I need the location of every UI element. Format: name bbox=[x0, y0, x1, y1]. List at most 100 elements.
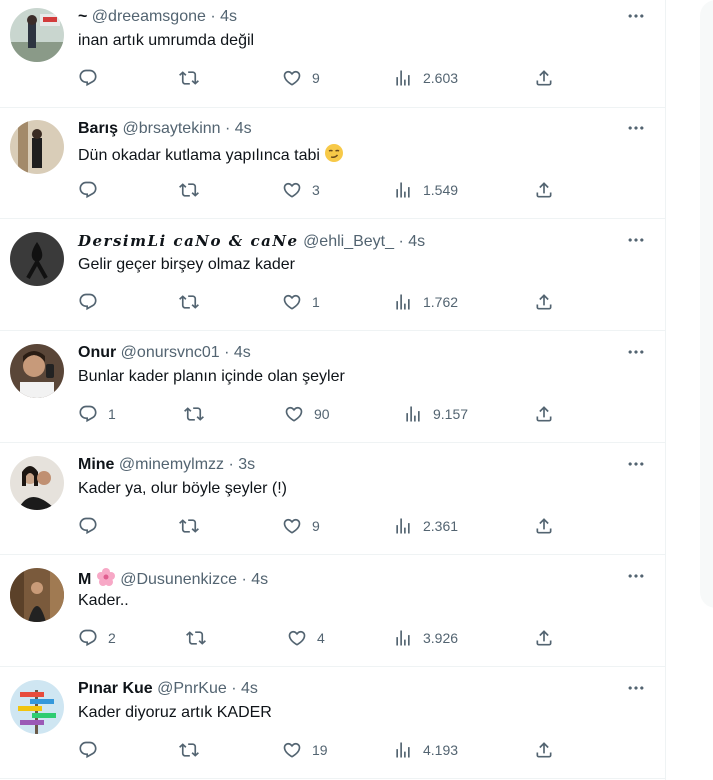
views-button[interactable]: 1.762 bbox=[393, 283, 458, 321]
user-handle[interactable]: @dreeamsgone bbox=[92, 8, 206, 25]
timestamp[interactable]: 3s bbox=[238, 456, 255, 473]
retweet-button[interactable] bbox=[179, 59, 209, 97]
heart-icon bbox=[282, 740, 302, 760]
tweet-actions: 1 90 9.157 bbox=[78, 395, 568, 433]
user-handle[interactable]: @ehli_Beyt_ bbox=[303, 233, 394, 250]
timestamp[interactable]: 4s bbox=[235, 120, 252, 137]
retweet-icon bbox=[179, 292, 199, 312]
user-handle[interactable]: @Dusunenkizce bbox=[120, 571, 237, 588]
avatar[interactable] bbox=[10, 120, 64, 174]
avatar[interactable] bbox=[10, 232, 64, 286]
avatar[interactable] bbox=[10, 344, 64, 398]
reply-button[interactable] bbox=[78, 283, 108, 321]
timestamp[interactable]: 4s bbox=[408, 233, 425, 250]
retweet-button[interactable] bbox=[186, 619, 216, 657]
tweet-header: ~ @dreeamsgone · 4s bbox=[78, 7, 237, 27]
reply-button[interactable] bbox=[78, 731, 108, 769]
reply-button[interactable]: 1 bbox=[78, 395, 116, 433]
like-button[interactable]: 1 bbox=[282, 283, 320, 321]
retweet-button[interactable] bbox=[184, 395, 214, 433]
display-name[interactable]: DersimLi caNo & caNe bbox=[78, 232, 299, 250]
avatar[interactable] bbox=[10, 456, 64, 510]
display-name[interactable]: Pınar Kue bbox=[78, 680, 153, 697]
retweet-button[interactable] bbox=[179, 731, 209, 769]
share-button[interactable] bbox=[534, 283, 554, 321]
like-count: 19 bbox=[312, 742, 328, 758]
tweet[interactable]: Mine @minemylmzz · 3s Kader ya, olur böy… bbox=[0, 444, 665, 555]
views-button[interactable]: 1.549 bbox=[393, 171, 458, 209]
display-name[interactable]: M bbox=[78, 571, 91, 588]
display-name[interactable]: Mine bbox=[78, 456, 114, 473]
views-button[interactable]: 2.603 bbox=[393, 59, 458, 97]
timestamp[interactable]: 4s bbox=[251, 571, 268, 588]
like-button[interactable]: 4 bbox=[287, 619, 325, 657]
reply-button[interactable] bbox=[78, 507, 108, 545]
user-handle[interactable]: @onursvnc01 bbox=[121, 344, 220, 361]
share-button[interactable] bbox=[534, 731, 554, 769]
tweet[interactable]: M @Dusunenkizce · 4s Kader.. 2 4 3.926 bbox=[0, 556, 665, 667]
like-count: 3 bbox=[312, 182, 320, 198]
reply-button[interactable] bbox=[78, 59, 108, 97]
views-button[interactable]: 4.193 bbox=[393, 731, 458, 769]
retweet-button[interactable] bbox=[179, 283, 209, 321]
views-icon bbox=[393, 628, 413, 648]
reply-button[interactable] bbox=[78, 171, 108, 209]
views-button[interactable]: 9.157 bbox=[403, 395, 468, 433]
more-icon[interactable] bbox=[626, 6, 646, 26]
user-handle[interactable]: @brsaytekinn bbox=[122, 120, 220, 137]
cherry-blossom-icon bbox=[96, 568, 115, 586]
more-icon[interactable] bbox=[626, 566, 646, 586]
avatar[interactable] bbox=[10, 680, 64, 734]
view-count: 2.361 bbox=[423, 518, 459, 534]
user-handle[interactable]: @PnrKue bbox=[157, 680, 227, 697]
tweet[interactable]: Onur @onursvnc01 · 4s Bunlar kader planı… bbox=[0, 332, 665, 443]
views-button[interactable]: 3.926 bbox=[393, 619, 458, 657]
user-handle[interactable]: @minemylmzz bbox=[119, 456, 224, 473]
timestamp[interactable]: 4s bbox=[234, 344, 251, 361]
timestamp[interactable]: 4s bbox=[220, 8, 237, 25]
reply-button[interactable]: 2 bbox=[78, 619, 116, 657]
tweet-text: Kader diyoruz artık KADER bbox=[78, 704, 272, 721]
tweet-text: inan artık umrumda değil bbox=[78, 32, 255, 49]
tweet-actions: 19 4.193 bbox=[78, 731, 568, 769]
reply-count: 1 bbox=[108, 406, 116, 422]
share-button[interactable] bbox=[534, 59, 554, 97]
share-button[interactable] bbox=[534, 507, 554, 545]
retweet-button[interactable] bbox=[179, 171, 209, 209]
heart-icon bbox=[282, 292, 302, 312]
reply-icon bbox=[78, 516, 98, 536]
share-icon bbox=[534, 516, 554, 536]
tweet[interactable]: Barış @brsaytekinn · 4s Dün okadar kutla… bbox=[0, 108, 665, 219]
timestamp[interactable]: 4s bbox=[241, 680, 258, 697]
views-icon bbox=[393, 292, 413, 312]
share-button[interactable] bbox=[534, 619, 554, 657]
tweet[interactable]: Pınar Kue @PnrKue · 4s Kader diyoruz art… bbox=[0, 668, 665, 779]
display-name[interactable]: Barış bbox=[78, 120, 118, 137]
view-count: 3.926 bbox=[423, 630, 459, 646]
like-button[interactable]: 90 bbox=[284, 395, 330, 433]
more-icon[interactable] bbox=[626, 678, 646, 698]
views-icon bbox=[393, 180, 413, 200]
like-button[interactable]: 9 bbox=[282, 59, 320, 97]
display-name[interactable]: ~ bbox=[78, 8, 87, 25]
more-icon[interactable] bbox=[626, 118, 646, 138]
views-button[interactable]: 2.361 bbox=[393, 507, 458, 545]
retweet-button[interactable] bbox=[179, 507, 209, 545]
tweet[interactable]: DersimLi caNo & caNe @ehli_Beyt_ · 4s Ge… bbox=[0, 220, 665, 331]
share-button[interactable] bbox=[534, 171, 554, 209]
share-icon bbox=[534, 68, 554, 88]
reply-icon bbox=[78, 404, 98, 424]
avatar[interactable] bbox=[10, 8, 64, 62]
heart-icon bbox=[282, 68, 302, 88]
share-icon bbox=[534, 180, 554, 200]
avatar[interactable] bbox=[10, 568, 64, 622]
like-button[interactable]: 9 bbox=[282, 507, 320, 545]
more-icon[interactable] bbox=[626, 454, 646, 474]
display-name[interactable]: Onur bbox=[78, 344, 116, 361]
tweet[interactable]: ~ @dreeamsgone · 4s inan artık umrumda d… bbox=[0, 0, 665, 108]
share-button[interactable] bbox=[534, 395, 554, 433]
like-button[interactable]: 3 bbox=[282, 171, 320, 209]
more-icon[interactable] bbox=[626, 230, 646, 250]
like-button[interactable]: 19 bbox=[282, 731, 328, 769]
more-icon[interactable] bbox=[626, 342, 646, 362]
